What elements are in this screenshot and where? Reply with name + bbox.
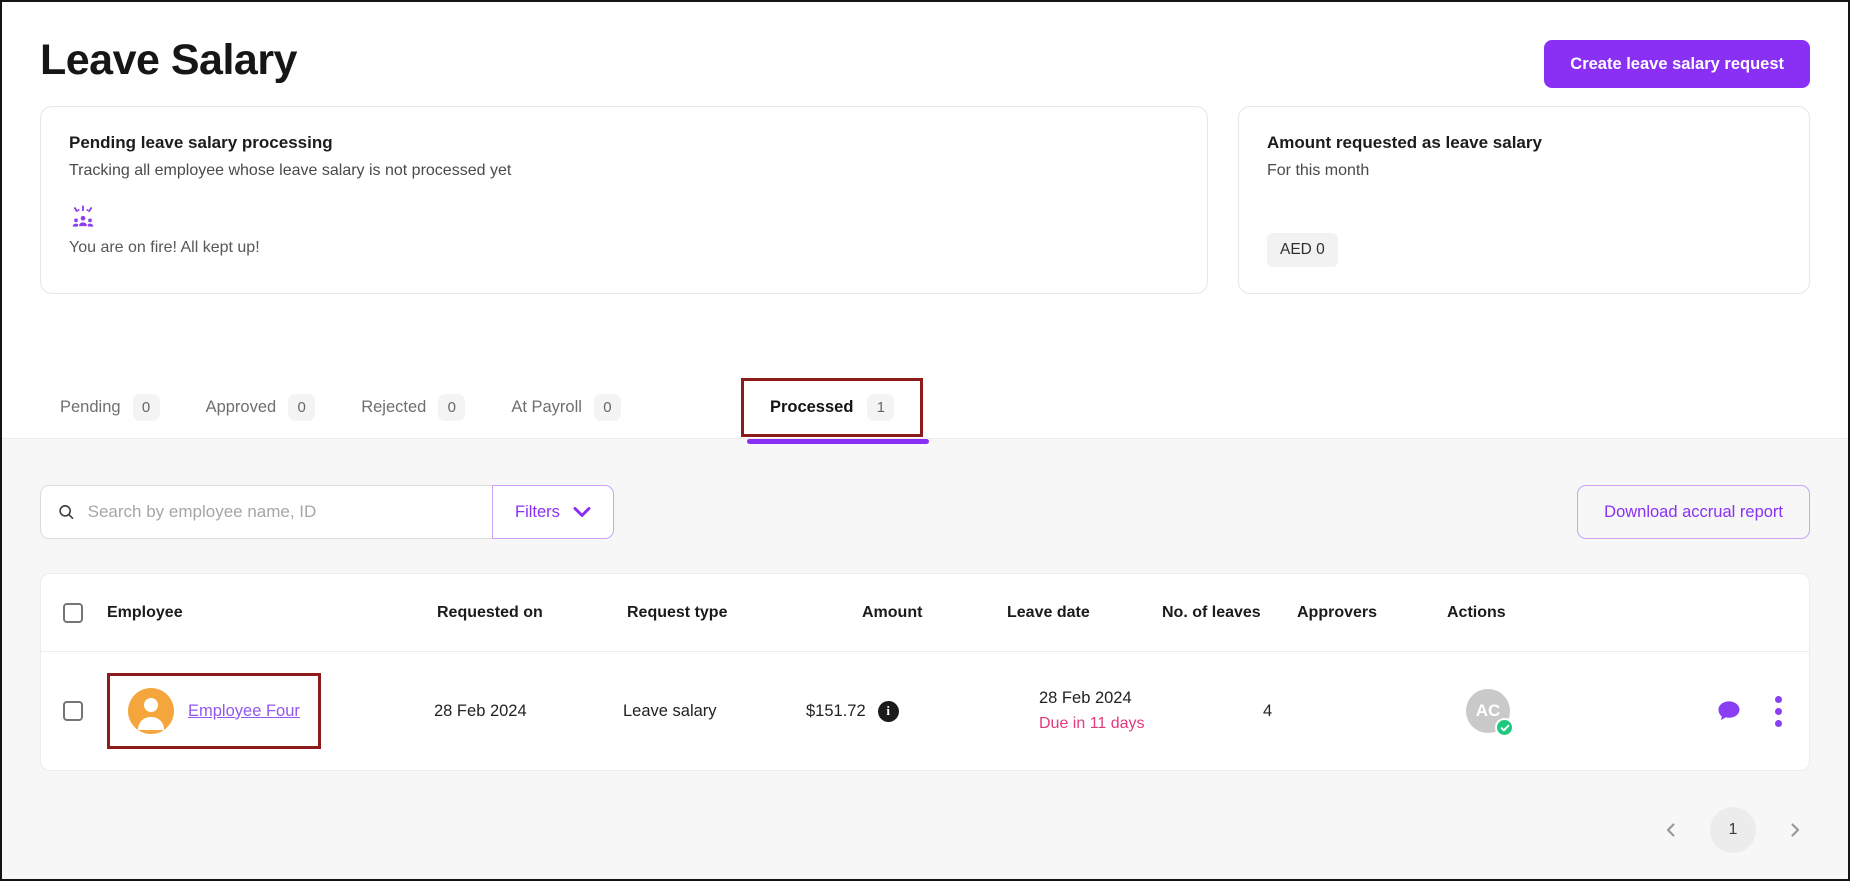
cell-actions <box>1536 693 1787 730</box>
create-leave-salary-request-button[interactable]: Create leave salary request <box>1544 40 1810 88</box>
celebration-people-icon <box>69 204 1179 232</box>
annotation-highlight-employee: Employee Four <box>107 673 321 749</box>
annotation-highlight-processed-tab: Processed 1 <box>740 377 924 437</box>
employee-avatar <box>128 688 174 734</box>
approver-initials: AC <box>1475 701 1501 720</box>
tab-at-payroll-count: 0 <box>593 393 621 421</box>
pending-card-subtitle: Tracking all employee whose leave salary… <box>69 162 512 179</box>
row-checkbox[interactable] <box>63 701 83 721</box>
processed-tab-panel: Filters Download accrual report Employee… <box>2 438 1848 879</box>
column-header-requested-on: Requested on <box>437 603 543 621</box>
pending-processing-card: Pending leave salary processing Tracking… <box>40 106 1208 294</box>
status-tabs: Pending 0 Approved 0 Rejected 0 At Payro… <box>40 376 1810 444</box>
amount-requested-card: Amount requested as leave salary For thi… <box>1238 106 1810 294</box>
pending-card-title: Pending leave salary processing <box>69 133 333 152</box>
filters-label: Filters <box>515 502 560 521</box>
cell-amount: $151.72 <box>806 700 1039 722</box>
cell-approvers: AC <box>1466 689 1536 737</box>
leave-date-value: 28 Feb 2024 <box>1039 689 1132 707</box>
active-tab-underline <box>746 438 930 444</box>
chat-icon[interactable] <box>1714 697 1744 725</box>
column-header-amount: Amount <box>862 603 923 621</box>
info-icon[interactable] <box>877 700 899 722</box>
cell-request-type: Leave salary <box>623 701 717 720</box>
amount-card-subtitle: For this month <box>1267 162 1370 179</box>
amount-card-title: Amount requested as leave salary <box>1267 133 1542 152</box>
tab-pending[interactable]: Pending 0 <box>60 393 160 421</box>
tab-rejected[interactable]: Rejected 0 <box>361 393 466 421</box>
cell-no-of-leaves: 4 <box>1263 701 1273 720</box>
due-label: Due in 11 days <box>1039 715 1145 732</box>
tab-at-payroll[interactable]: At Payroll 0 <box>511 393 621 421</box>
tab-rejected-count: 0 <box>438 393 466 421</box>
page-header-area: Leave Salary Create leave salary request… <box>2 2 1848 444</box>
tab-approved-count: 0 <box>288 393 316 421</box>
download-accrual-report-button[interactable]: Download accrual report <box>1577 485 1810 539</box>
column-header-employee: Employee <box>107 603 183 621</box>
search-input[interactable] <box>85 501 476 523</box>
amount-chip: AED 0 <box>1267 233 1338 267</box>
table-row: Employee Four 28 Feb 2024 Leave salary $… <box>41 652 1809 770</box>
table-header-row: Employee Requested on Request type Amoun… <box>41 574 1809 652</box>
tab-processed-count: 1 <box>867 393 895 421</box>
prev-page-icon[interactable] <box>1658 817 1684 843</box>
pending-card-status-message: You are on fire! All kept up! <box>69 239 260 256</box>
search-icon <box>59 505 74 519</box>
chevron-down-icon <box>573 507 591 517</box>
next-page-icon[interactable] <box>1782 817 1808 843</box>
filters-button[interactable]: Filters <box>492 485 614 539</box>
employee-name-link[interactable]: Employee Four <box>188 702 300 721</box>
kebab-menu-icon[interactable] <box>1772 693 1785 730</box>
amount-value: $151.72 <box>806 701 866 720</box>
cell-leave-date: 28 Feb 2024 Due in 11 days <box>1039 689 1263 733</box>
select-all-checkbox[interactable] <box>63 602 83 623</box>
leave-salary-table: Employee Requested on Request type Amoun… <box>40 573 1810 771</box>
column-header-approvers: Approvers <box>1297 603 1378 621</box>
pagination: 1 <box>40 807 1810 853</box>
tab-pending-count: 0 <box>132 393 160 421</box>
column-header-leave-date: Leave date <box>1007 603 1090 621</box>
leave-salary-page: Leave Salary Create leave salary request… <box>0 0 1850 881</box>
tab-approved[interactable]: Approved 0 <box>206 393 316 421</box>
approved-check-icon <box>1495 718 1514 737</box>
search-input-wrap <box>40 485 492 539</box>
tab-processed[interactable]: Processed 1 <box>740 377 930 444</box>
column-header-actions: Actions <box>1447 603 1506 621</box>
column-header-request-type: Request type <box>627 603 728 621</box>
current-page[interactable]: 1 <box>1710 807 1756 853</box>
approver-avatar[interactable]: AC <box>1466 689 1514 737</box>
cell-requested-on: 28 Feb 2024 <box>434 701 527 720</box>
page-title: Leave Salary <box>40 36 297 84</box>
column-header-no-of-leaves: No. of leaves <box>1162 603 1261 621</box>
